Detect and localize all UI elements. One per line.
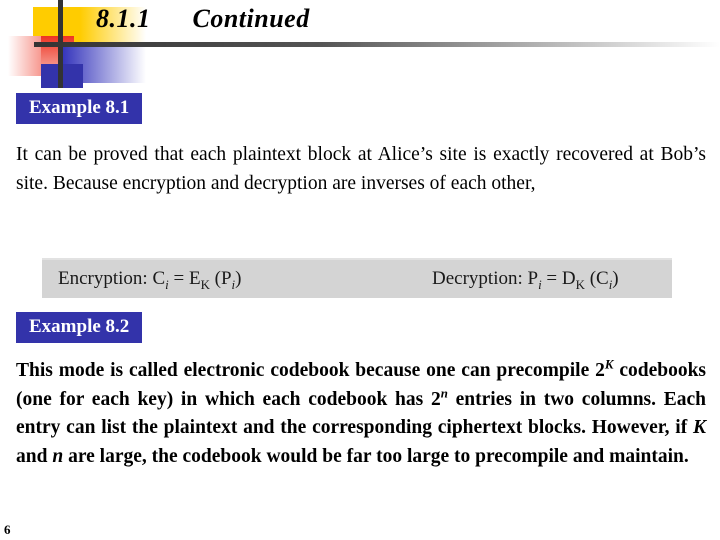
page-title: 8.1.1 Continued <box>96 4 310 33</box>
encryption-formula-prefix: Encryption: C <box>58 268 166 289</box>
example-8-1-label-container: Example 8.1 <box>16 93 143 124</box>
example-8-2-label-container: Example 8.2 <box>16 312 143 343</box>
encryption-formula-open: (P <box>209 268 232 289</box>
example-8-2-variable-n: n <box>52 445 64 467</box>
slide-header: 8.1.1 Continued <box>0 0 720 96</box>
example-8-2-segment-4: and <box>16 445 53 467</box>
decryption-formula-open: (C <box>584 268 609 289</box>
formula-band: Encryption: Ci = EK (Pi) Decryption: Pi … <box>42 258 672 298</box>
example-8-2-variable-k: K <box>692 417 706 438</box>
decryption-formula-close: ) <box>612 268 619 289</box>
decryption-formula: Decryption: Pi = DK (Ci) <box>432 268 619 292</box>
page-number: 6 <box>4 522 11 537</box>
decoration-horizontal-rule <box>34 42 720 47</box>
decryption-formula-equals: = D <box>541 268 576 289</box>
example-8-1-body: It can be proved that each plaintext blo… <box>16 144 706 194</box>
example-8-2-superscript-n: n <box>440 386 448 400</box>
example-8-2-segment-5: are large, the codebook would be far too… <box>63 445 689 467</box>
example-8-1-badge: Example 8.1 <box>16 93 143 124</box>
example-8-2-badge: Example 8.2 <box>16 312 143 343</box>
example-8-2-body: This mode is called electronic codebook … <box>16 357 706 471</box>
encryption-formula: Encryption: Ci = EK (Pi) <box>58 268 242 292</box>
example-8-2-segment-1: This mode is called electronic codebook … <box>16 360 605 381</box>
decryption-subscript-k: K <box>575 276 585 292</box>
encryption-formula-equals: = E <box>168 268 201 289</box>
encryption-subscript-k: K <box>200 276 210 292</box>
encryption-formula-close: ) <box>235 268 242 289</box>
decryption-formula-prefix: Decryption: P <box>432 268 539 289</box>
